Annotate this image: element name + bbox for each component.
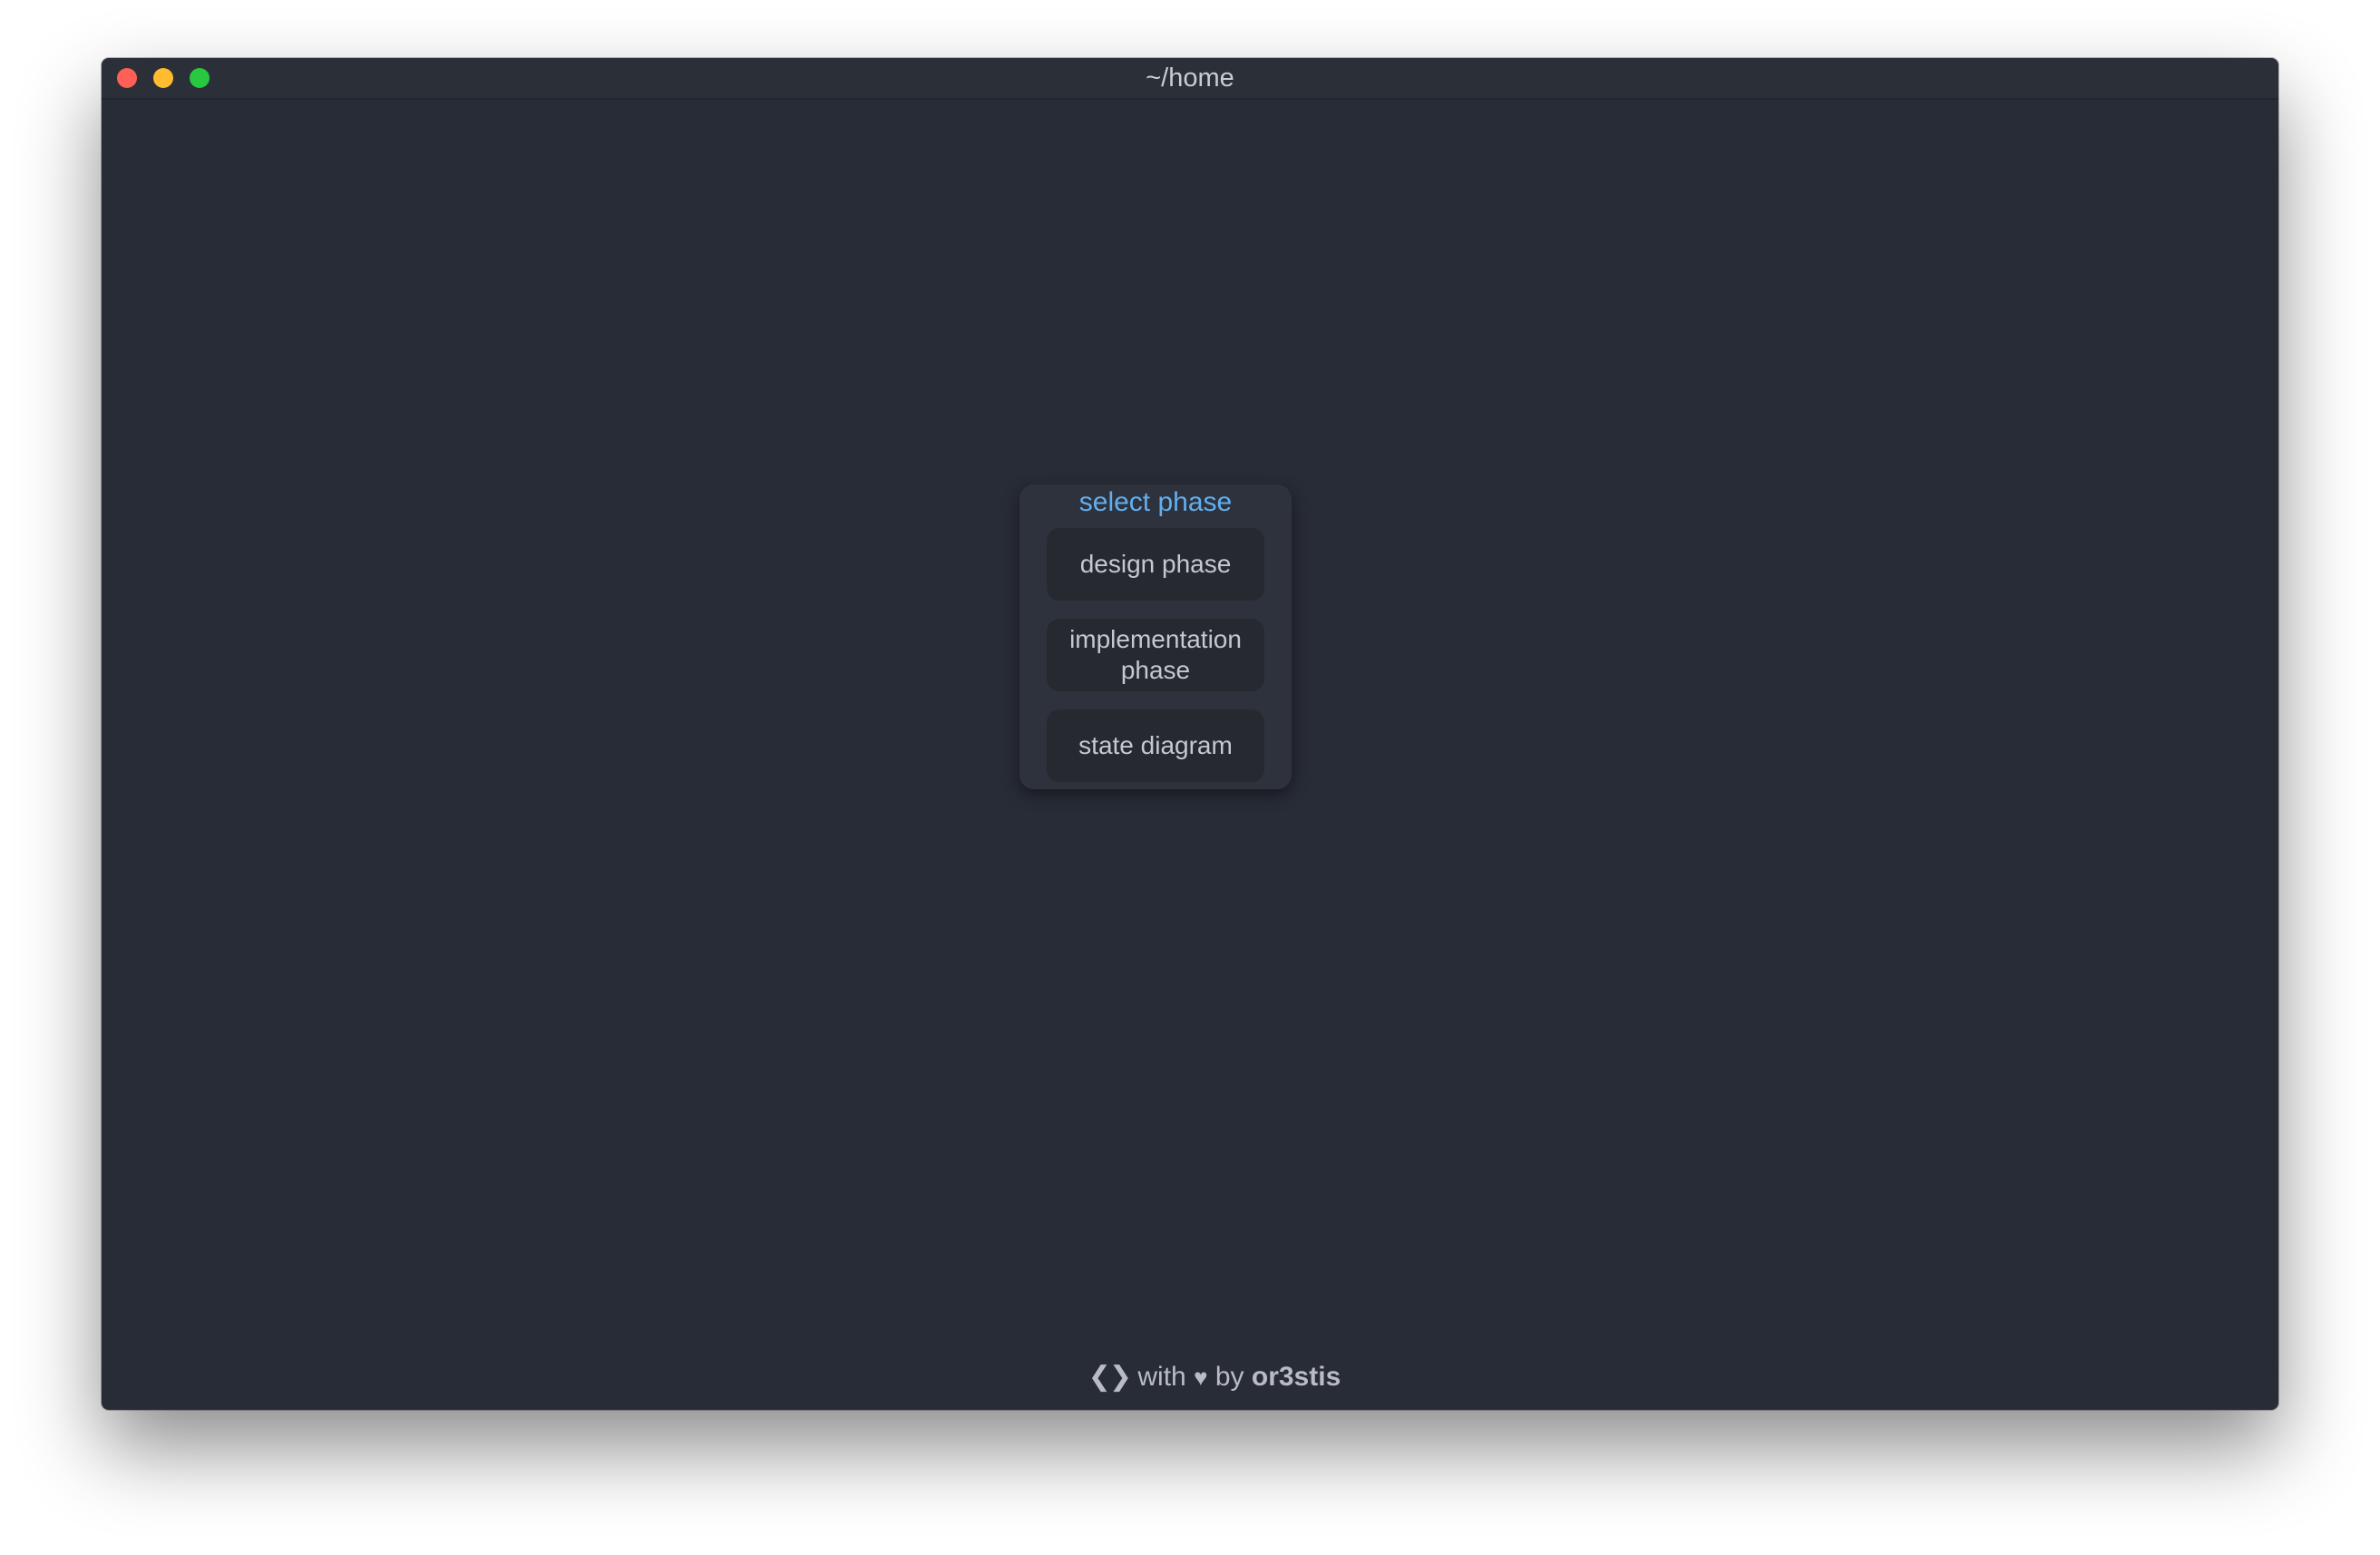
state-diagram-button[interactable]: state diagram [1047,709,1264,782]
app-window: ~/home select phase design phase impleme… [102,58,2278,1410]
author-name[interactable]: or3stis [1252,1362,1341,1392]
implementation-phase-button[interactable]: implementation phase [1047,619,1264,691]
footer-by-text: by [1214,1362,1244,1392]
design-phase-button[interactable]: design phase [1047,528,1264,601]
menu-heading: select phase [1078,487,1233,517]
heart-icon: ♥ [1194,1364,1208,1391]
title-bar[interactable]: ~/home [102,58,2278,100]
phase-selector-menu: select phase design phase implementation… [1019,484,1292,789]
footer-with-text: with [1137,1362,1186,1392]
footer-credit: ❮❯ with ♥ by or3stis [102,1361,2278,1393]
code-icon: ❮❯ [1088,1362,1132,1392]
window-title: ~/home [1146,64,1234,93]
